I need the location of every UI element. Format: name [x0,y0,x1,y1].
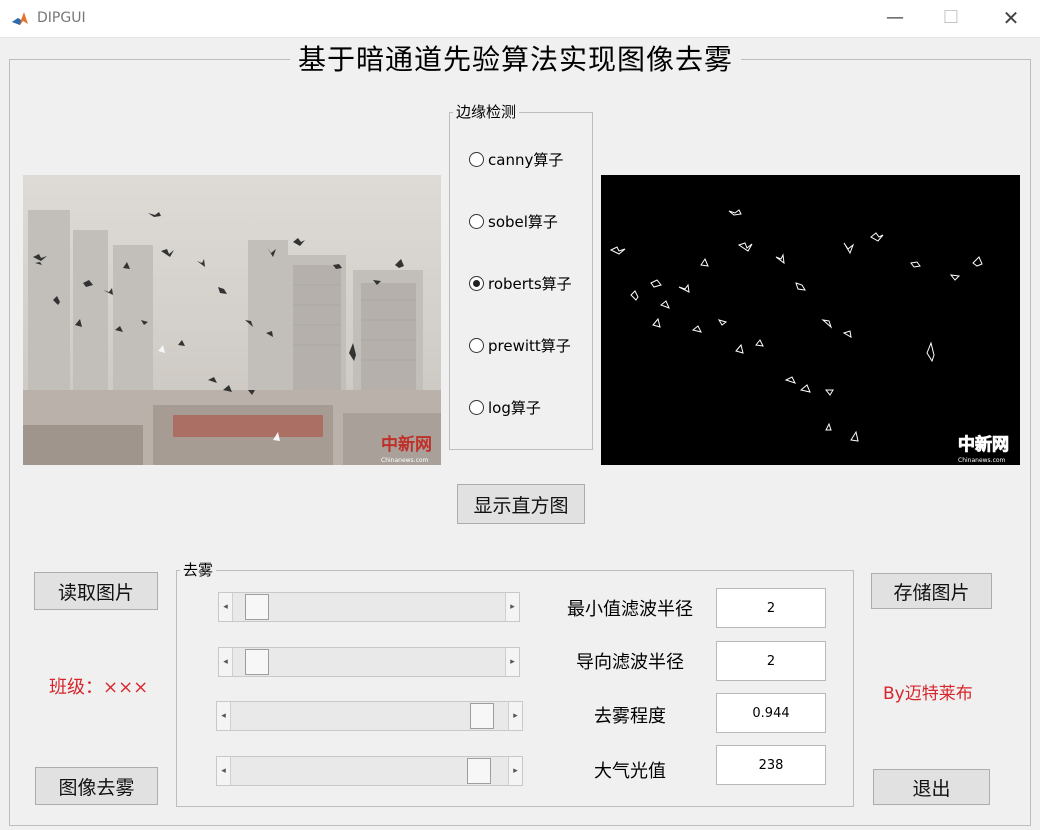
slider-left-arrow[interactable]: ◂ [217,702,231,730]
maximize-button[interactable]: ☐ [928,0,974,38]
radio-circle[interactable] [469,213,484,229]
radio-label: prewitt算子 [488,336,571,355]
show-histogram-button[interactable]: 显示直方图 [457,484,585,524]
page-title: 基于暗通道先验算法实现图像去雾 [290,42,742,78]
radio-circle[interactable] [469,337,484,353]
dehaze-degree-field[interactable]: 0.944 [716,693,826,733]
atmospheric-light-slider[interactable]: ◂ ▸ [216,756,523,786]
atmospheric-light-field[interactable]: 238 [716,745,826,785]
radio-sobel[interactable]: sobel算子 [469,211,558,231]
slider-right-arrow[interactable]: ▸ [508,702,522,730]
radio-canny[interactable]: canny算子 [469,149,563,169]
slider-left-arrow[interactable]: ◂ [217,757,231,785]
radio-circle[interactable] [469,275,484,291]
radio-circle[interactable] [469,399,484,415]
slider-thumb[interactable] [467,758,491,784]
window-title-bar: DIPGUI — ☐ ✕ [0,0,1040,38]
atmospheric-light-label: 大气光值 [594,761,666,782]
matlab-logo-icon [12,12,28,25]
radio-prewitt[interactable]: prewitt算子 [469,335,571,355]
dehaze-degree-label: 去雾程度 [594,706,666,727]
slider-right-arrow[interactable]: ▸ [508,757,522,785]
guided-filter-radius-field[interactable]: 2 [716,641,826,681]
slider-left-arrow[interactable]: ◂ [219,593,233,621]
radio-circle[interactable] [469,151,484,167]
radio-log[interactable]: log算子 [469,397,541,417]
watermark-logo: 中新网 [381,434,432,455]
min-filter-radius-slider[interactable]: ◂ ▸ [218,592,520,622]
radio-label: canny算子 [488,150,564,169]
slider-thumb[interactable] [470,703,494,729]
guided-filter-radius-slider[interactable]: ◂ ▸ [218,647,520,677]
slider-thumb[interactable] [245,649,269,675]
edge-result-image: 中新网 Chinanews.com [601,175,1020,465]
watermark-url-edge: Chinanews.com [958,457,1006,464]
slider-right-arrow[interactable]: ▸ [505,593,519,621]
watermark-url: Chinanews.com [381,457,429,464]
radio-roberts[interactable]: roberts算子 [469,273,572,293]
watermark-logo-edge: 中新网 [958,434,1009,455]
min-filter-radius-label: 最小值滤波半径 [567,599,693,620]
dehaze-legend: 去雾 [180,561,217,579]
slider-right-arrow[interactable]: ▸ [505,648,519,676]
read-image-button[interactable]: 读取图片 [34,572,158,610]
dehaze-degree-slider[interactable]: ◂ ▸ [216,701,523,731]
exit-button[interactable]: 退出 [873,769,990,805]
edge-detection-legend: 边缘检测 [453,103,520,121]
radio-label: log算子 [488,398,541,417]
slider-left-arrow[interactable]: ◂ [219,648,233,676]
save-image-button[interactable]: 存储图片 [871,573,992,609]
guided-filter-radius-label: 导向滤波半径 [576,652,684,673]
slider-thumb[interactable] [245,594,269,620]
author-label: By迈特莱布 [883,684,973,704]
close-button[interactable]: ✕ [988,0,1034,38]
dehaze-image-button[interactable]: 图像去雾 [35,767,158,805]
radio-label: roberts算子 [488,274,572,293]
radio-label: sobel算子 [488,212,558,231]
min-filter-radius-field[interactable]: 2 [716,588,826,628]
original-image: 中新网 Chinanews.com [23,175,441,465]
class-label: 班级：××× [49,677,149,698]
minimize-button[interactable]: — [872,0,918,38]
window-title: DIPGUI [37,10,86,26]
